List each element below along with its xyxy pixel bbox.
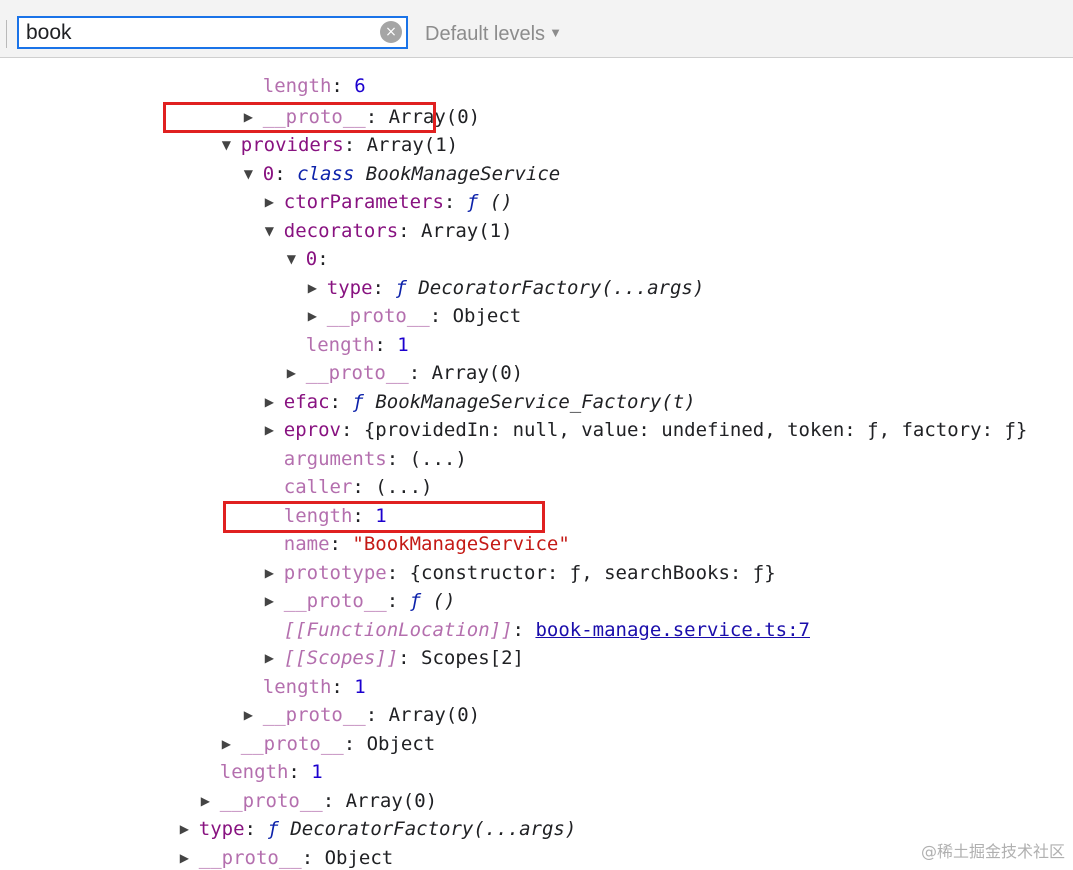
- tree-row-length: length: 1: [260, 303, 409, 356]
- tree-row-length: length: 6: [217, 58, 366, 97]
- watermark: @稀土掘金技术社区: [920, 842, 1065, 861]
- property-value: {constructor: ƒ, searchBooks: ƒ}: [409, 562, 776, 584]
- tree-row-proto[interactable]: ▶ __proto__: Object: [134, 816, 393, 869]
- property-value: Object: [452, 305, 522, 327]
- filter-input[interactable]: [19, 18, 369, 47]
- property-separator: :: [301, 847, 325, 869]
- tree-row-decorators[interactable]: ▼ decorators: Array(1): [219, 189, 513, 242]
- toolbar-divider: [6, 20, 7, 48]
- property-value: Object: [366, 733, 436, 755]
- tree-row-length: length: 1: [174, 730, 323, 783]
- tree-row-type[interactable]: ▶ type: ƒ DecoratorFactory(...args): [262, 246, 705, 299]
- tree-row-provider-0[interactable]: ▼ 0: class BookManageService: [198, 132, 560, 185]
- tree-row-proto[interactable]: ▶ __proto__: Object: [262, 274, 521, 327]
- tree-row-type[interactable]: ▶ type: ƒ DecoratorFactory(...args): [134, 787, 577, 840]
- tree-row-efac[interactable]: ▶ efac: ƒ BookManageService_Factory(t): [219, 360, 696, 413]
- tree-row-function-location: [[FunctionLocation]]: book-manage.servic…: [238, 588, 810, 641]
- tree-row-proto[interactable]: ▶ __proto__: Array(0): [198, 673, 480, 726]
- tree-row-eprov[interactable]: ▶ eprov: {providedIn: null, value: undefi…: [219, 388, 1028, 441]
- tree-row-proto[interactable]: ▶ __proto__: Array(0): [155, 759, 437, 812]
- tree-row-length: length: 1: [131, 844, 280, 870]
- filter-box[interactable]: ×: [17, 16, 408, 49]
- property-separator: :: [398, 220, 422, 242]
- tree-row-scopes[interactable]: ▶ [[Scopes]]: Scopes[2]: [219, 616, 524, 669]
- chevron-down-icon: ▼: [549, 25, 562, 40]
- property-separator: :: [429, 305, 453, 327]
- tree-row-proto[interactable]: ▶ __proto__: Object: [176, 702, 435, 755]
- source-link[interactable]: book-manage.service.ts:7: [535, 619, 810, 641]
- tree-row-proto[interactable]: ▶ __proto__: ƒ (): [219, 559, 456, 612]
- property-value: Array(1): [421, 220, 513, 242]
- tree-row-prototype[interactable]: ▶ prototype: {constructor: ƒ, searchBooks…: [219, 531, 776, 584]
- tree-row-proto[interactable]: ▶ __proto__: Array(0): [198, 75, 480, 128]
- console-toolbar: × Default levels▼: [0, 0, 1073, 58]
- property-separator: :: [343, 733, 367, 755]
- tree-row-length: length: 1: [238, 474, 387, 527]
- tree-row-ctorparameters[interactable]: ▶ ctorParameters: ƒ (): [219, 160, 513, 213]
- tree-row-caller[interactable]: caller: (...): [238, 445, 433, 498]
- property-value: Scopes[2]: [421, 647, 524, 669]
- log-levels-label: Default levels: [425, 23, 546, 45]
- log-levels-dropdown[interactable]: Default levels ▼: [425, 20, 562, 48]
- console-output[interactable]: length: 6 ▶ __proto__: Array(0) ▼ provider…: [0, 58, 1073, 870]
- property-separator: :: [398, 647, 422, 669]
- highlight-box-name: [223, 501, 545, 533]
- tree-row-arguments[interactable]: arguments: (...): [238, 417, 467, 470]
- tree-row-proto[interactable]: ▶ __proto__: Array(0): [241, 331, 523, 384]
- tree-row-decorator-0[interactable]: ▼ 0:: [241, 217, 329, 270]
- property-value: Object: [324, 847, 394, 869]
- highlight-box-providers: [163, 102, 436, 133]
- clear-icon[interactable]: ×: [380, 21, 402, 43]
- tree-row-length: length: 1: [217, 645, 366, 698]
